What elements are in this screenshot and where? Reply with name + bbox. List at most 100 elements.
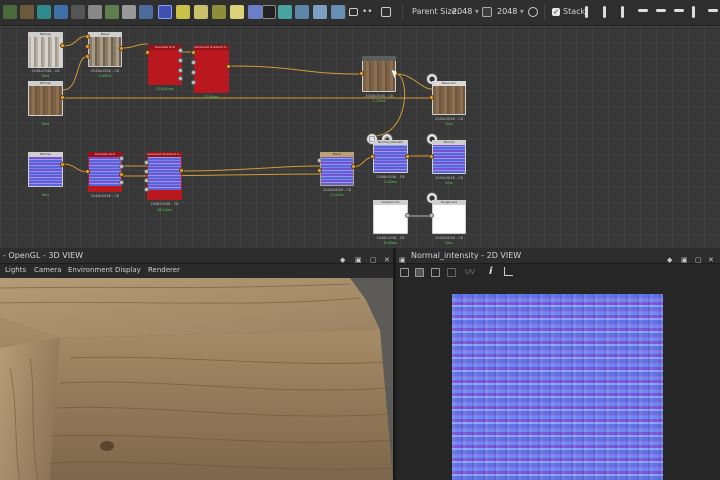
- basecolor-output-node[interactable]: Basecolor 2048x2048 - C8 0ms: [432, 81, 466, 126]
- 3d-viewport[interactable]: [0, 278, 393, 480]
- uv-dropdown[interactable]: UV: [465, 268, 475, 276]
- output-port[interactable]: [60, 95, 65, 100]
- input-port[interactable]: [85, 54, 90, 59]
- menu-display[interactable]: Display: [115, 266, 141, 274]
- tool-icon-7[interactable]: [105, 5, 119, 19]
- output-port[interactable]: [178, 68, 183, 73]
- tool-icon-5[interactable]: [71, 5, 85, 19]
- input-port[interactable]: [317, 168, 322, 173]
- output-port[interactable]: [119, 180, 124, 185]
- bitmap-node[interactable]: Bitmap 2048x2048 - C8 0ms: [28, 32, 63, 78]
- output-port[interactable]: [351, 164, 356, 169]
- normal-output-node[interactable]: Normal 2048x2048 - C8 0ms: [432, 140, 466, 185]
- comment-icon[interactable]: [349, 8, 358, 16]
- blend-node[interactable]: Blend 2048x2048 - C8 0.09ms: [88, 32, 122, 78]
- maximize-icon[interactable]: ▢: [695, 252, 702, 268]
- output-port[interactable]: [178, 58, 183, 63]
- pin-icon[interactable]: ◆: [667, 252, 672, 268]
- input-port[interactable]: [191, 50, 196, 55]
- align-center-icon[interactable]: [603, 6, 606, 18]
- input-port[interactable]: [85, 44, 90, 49]
- output-port[interactable]: [119, 156, 124, 161]
- bitmap-node[interactable]: Bitmap 0ms: [28, 81, 63, 126]
- input-port[interactable]: [429, 213, 434, 218]
- output-port[interactable]: [226, 64, 231, 69]
- output-port[interactable]: [119, 164, 124, 169]
- tool-icon-15[interactable]: [248, 5, 262, 19]
- frame-icon[interactable]: [381, 7, 391, 17]
- menu-camera[interactable]: Camera: [34, 266, 61, 274]
- input-port[interactable]: [191, 70, 196, 75]
- align-left-icon[interactable]: [585, 6, 588, 18]
- tool-icon-18[interactable]: [295, 5, 309, 19]
- tool-icon-20[interactable]: [331, 5, 345, 19]
- input-port[interactable]: [370, 154, 375, 159]
- chain-link-icon[interactable]: [482, 7, 492, 17]
- input-port[interactable]: [144, 169, 149, 174]
- save-icon[interactable]: [415, 268, 424, 277]
- ambient-occlusion-node[interactable]: Ambient Occ 2048x2048 - C8 0.06ms: [373, 200, 408, 245]
- info-icon[interactable]: i: [489, 266, 492, 277]
- output-port[interactable]: [60, 43, 65, 48]
- quantize-grid-node[interactable]: Quantize Grid 2048x2048 - C8: [88, 152, 122, 198]
- link-icon[interactable]: ••: [362, 5, 376, 19]
- input-port[interactable]: [359, 71, 364, 76]
- align-bottom-icon[interactable]: [674, 9, 684, 12]
- output-port[interactable]: [178, 76, 183, 81]
- tool-icon-8[interactable]: [122, 5, 136, 19]
- output-port[interactable]: [119, 172, 124, 177]
- bitmap-normal-node[interactable]: Bitmap 0ms: [28, 152, 63, 197]
- reset-icon[interactable]: [528, 7, 538, 17]
- input-port[interactable]: [429, 154, 434, 159]
- histogram-icon[interactable]: [504, 267, 513, 276]
- tool-icon-2[interactable]: [20, 5, 34, 19]
- tool-icon-16[interactable]: [262, 5, 276, 19]
- output-port[interactable]: [178, 48, 183, 53]
- tool-icon-17[interactable]: [278, 5, 292, 19]
- output-port[interactable]: [119, 46, 124, 51]
- advanced-gradient-node[interactable]: Advanced Gradient C... 17.60ms: [194, 45, 229, 99]
- output-port[interactable]: [405, 154, 410, 159]
- distribute-v-icon[interactable]: [708, 9, 718, 12]
- output-size-dropdown[interactable]: 2048: [497, 7, 524, 16]
- align-middle-icon[interactable]: [656, 9, 666, 12]
- stack-checkbox[interactable]: ✓: [552, 8, 560, 16]
- tool-icon-11[interactable]: [176, 5, 190, 19]
- input-port[interactable]: [144, 178, 149, 183]
- distribute-h-icon[interactable]: [692, 6, 695, 18]
- texture-preview[interactable]: [452, 294, 663, 480]
- tool-icon-9[interactable]: [139, 5, 153, 19]
- output-port[interactable]: [60, 162, 65, 167]
- quantize-grid-node[interactable]: Quantize Grid 214.00ms: [148, 45, 182, 91]
- input-port[interactable]: [191, 60, 196, 65]
- advanced-gradient-node[interactable]: Advanced Gradient C... 2048x2048 - C8 18…: [147, 152, 182, 212]
- view-mode-icon[interactable]: [447, 268, 456, 277]
- input-port[interactable]: [429, 95, 434, 100]
- close-icon[interactable]: ✕: [708, 252, 714, 268]
- tool-icon-19[interactable]: [313, 5, 327, 19]
- export-icon[interactable]: [431, 268, 440, 277]
- align-top-icon[interactable]: [638, 9, 648, 12]
- input-port[interactable]: [317, 158, 322, 163]
- copy-icon[interactable]: [400, 268, 409, 277]
- tool-icon-4[interactable]: [54, 5, 68, 19]
- tool-icon-10[interactable]: [158, 5, 172, 19]
- input-port[interactable]: [145, 50, 150, 55]
- menu-environment[interactable]: Environment: [68, 266, 113, 274]
- output-port[interactable]: [405, 213, 410, 218]
- menu-renderer[interactable]: Renderer: [148, 266, 180, 274]
- roughness-output-node[interactable]: Roughness 2048x2048 - C8 0ms: [432, 200, 466, 245]
- input-port[interactable]: [85, 169, 90, 174]
- node-graph[interactable]: Bitmap 2048x2048 - C8 0ms Blend 2048x204…: [0, 26, 720, 248]
- wood-output-node[interactable]: 2048x2048 - C8 1.17ms: [362, 56, 396, 103]
- menu-lights[interactable]: Lights: [5, 266, 26, 274]
- blend-node[interactable]: Blend 2048x2048 - C8 0.11ms: [320, 152, 354, 197]
- align-right-icon[interactable]: [621, 6, 624, 18]
- normal-intensity-node[interactable]: Normal_intensity 2048x2048 - C8 1.40ms: [373, 140, 408, 184]
- tool-icon-1[interactable]: [3, 5, 17, 19]
- tool-icon-12[interactable]: [194, 5, 208, 19]
- input-port[interactable]: [144, 187, 149, 192]
- tool-icon-14[interactable]: [230, 5, 244, 19]
- parent-size-dropdown[interactable]: 2048: [452, 7, 479, 16]
- tool-icon-3[interactable]: [37, 5, 51, 19]
